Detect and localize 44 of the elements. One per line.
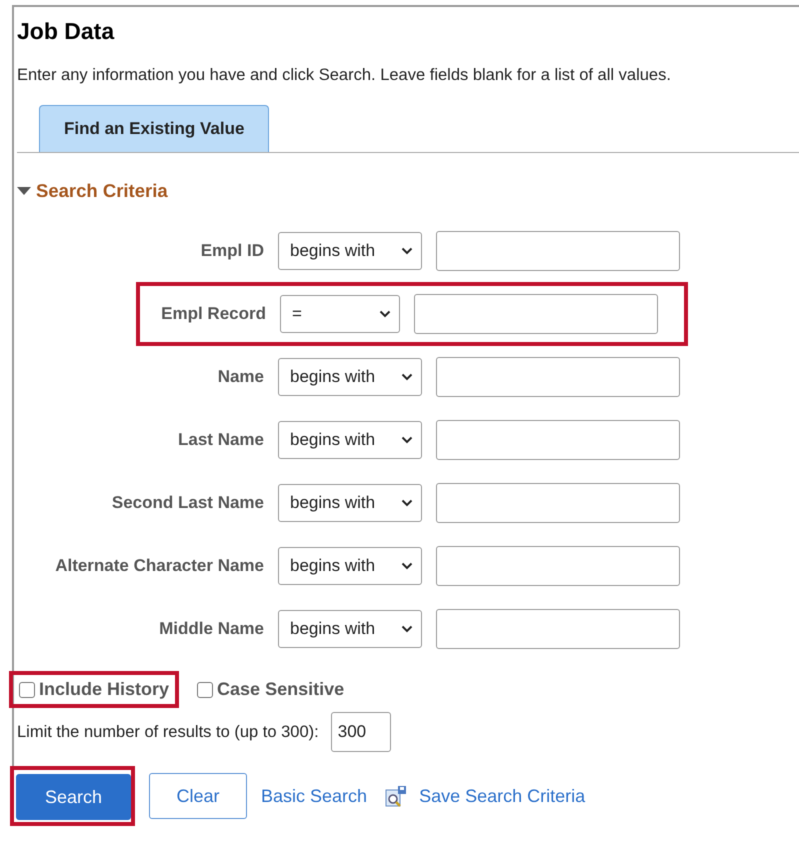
save-search-criteria-link[interactable]: Save Search Criteria [419,786,586,806]
caret-icon [401,436,413,444]
search-button[interactable]: Search [16,774,131,820]
caret-icon [401,562,413,570]
operator-dropdown[interactable]: begins with [278,358,422,396]
operator-dropdown[interactable]: begins with [278,610,422,648]
operator-dropdown[interactable]: begins with [278,547,422,585]
operator-dropdown[interactable]: = [280,295,400,333]
field-label: Second Last Name [110,493,264,513]
text-input-field[interactable] [436,609,680,649]
instructions-text: Enter any information you have and click Search. Leave fields blank for a list of all values. [17,65,672,86]
operator-dropdown[interactable]: begins with [278,484,422,522]
caret-icon [379,310,391,318]
basic-search-link[interactable]: Basic Search [261,786,368,806]
text-input-field[interactable] [436,546,680,586]
checkbox[interactable] [197,682,214,698]
tab[interactable]: Find an Existing Value [39,105,270,152]
section-title[interactable]: Search Criteria [36,180,168,202]
clear-button[interactable]: Clear [149,773,247,819]
operator-dropdown[interactable]: begins with [278,421,422,459]
field-label: Empl ID [200,241,264,261]
caret-icon [401,625,413,633]
text-input-field[interactable] [436,231,680,271]
limit-label: Limit the number of results to (up to 300): [17,722,319,742]
caret-icon [401,247,413,255]
caret-icon [401,373,413,381]
field-label: Empl Record [160,304,266,324]
field-label: Middle Name [158,619,264,639]
field-label: Alternate Character Name [54,556,264,576]
operator-dropdown[interactable]: begins with [278,232,422,270]
checkbox-label: Include History [39,679,170,700]
caret-icon [401,499,413,507]
text-input-field[interactable] [414,294,658,334]
checkbox-label: Case Sensitive [217,679,344,700]
field-label: Last Name [177,430,264,450]
text-input-field[interactable] [436,420,680,460]
document-search-icon[interactable] [385,785,408,807]
limit-input-field[interactable]: 300 [330,712,391,752]
collapse-triangle-icon[interactable] [17,187,31,195]
field-label: Name [216,367,264,387]
text-input-field[interactable] [436,357,680,397]
checkbox[interactable] [19,682,35,698]
page-title: Job Data [17,17,116,45]
text-input-field[interactable] [436,483,680,523]
